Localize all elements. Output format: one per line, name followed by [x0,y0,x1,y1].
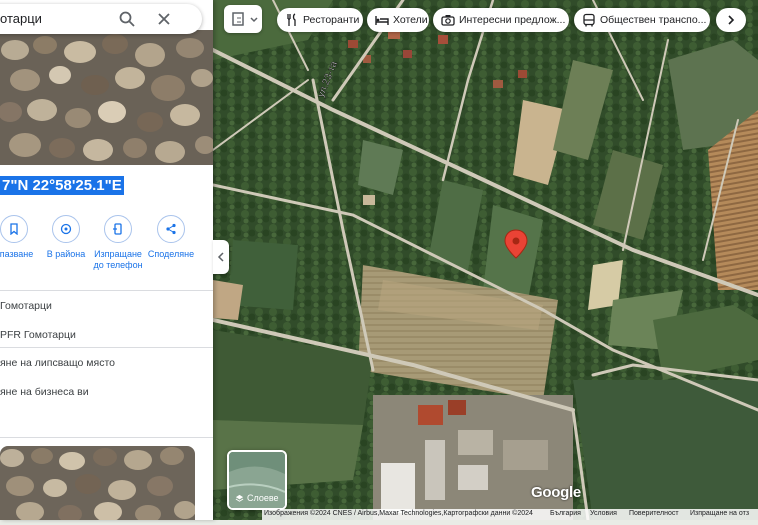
map-mode-button[interactable] [224,5,262,33]
bed-icon [375,16,389,25]
fork-knife-icon [287,13,296,26]
satellite-map[interactable]: ул.23-та [211,0,758,522]
bus-icon [583,13,595,27]
share-icon [166,223,176,235]
info-row-add-missing-place[interactable]: яне на липсващо място [0,357,115,369]
divider [0,290,213,291]
layers-label: Слоеве [247,493,279,503]
coordinates-text[interactable]: 7"N 22°58'25.1"E [0,176,124,195]
search-box[interactable]: отарци [0,4,202,34]
chip-hotels-label: Хотели [393,14,428,26]
info-row-add-business[interactable]: яне на бизнеса ви [0,386,89,398]
layers-icon [235,494,244,502]
chip-things-to-do-label: Интересни предлож... [459,14,566,26]
satellite-imagery: ул.23-та [211,0,758,522]
search-icon[interactable] [118,10,136,28]
place-panel: 7"N 22°58'25.1"E апазване В района Изпра… [0,0,213,520]
chip-restaurants-label: Ресторанти [303,14,360,26]
layers-button[interactable]: Слоеве [227,450,287,510]
nearby-button[interactable]: В района [40,215,92,260]
send-to-phone-button[interactable]: Изпращане до телефон [92,215,144,271]
info-row-address[interactable]: Гомотарци [0,300,52,312]
pebbles-photo [0,30,213,165]
chip-transit-label: Обществен транспо... [600,14,707,26]
bookmark-icon [10,223,18,235]
chevron-right-icon [728,15,735,25]
chip-restaurants[interactable]: Ресторанти [277,8,363,32]
imagery-credit: Изображения ©2024 CNES / Airbus,Maxar Te… [264,510,533,517]
search-input[interactable]: отарци [0,11,42,26]
place-photo-secondary[interactable] [0,446,195,520]
chip-hotels[interactable]: Хотели [367,8,429,32]
close-icon[interactable] [155,10,173,28]
chevron-left-icon [217,252,224,262]
save-button[interactable]: апазване [0,215,40,260]
directions-icon [232,12,258,26]
feedback-link[interactable]: Изпращане на отз [690,510,749,517]
nearby-icon [60,223,72,235]
chips-next-button[interactable] [716,8,746,32]
save-label: апазване [0,249,34,259]
divider [0,437,213,438]
info-row-plus-code[interactable]: PFR Гомотарци [0,329,76,341]
divider [0,347,213,348]
google-logo: Google [531,484,581,501]
chip-transit[interactable]: Обществен транспо... [574,8,710,32]
coordinates-selected: 7"N 22°58'25.1"E [0,176,124,195]
pebbles-photo-secondary [0,446,195,520]
terms-link[interactable]: Условия [590,510,617,517]
privacy-link[interactable]: Поверителност [629,510,679,517]
map-footer: Изображения ©2024 CNES / Airbus,Maxar Te… [262,509,758,520]
share-label: Споделяне [147,249,195,259]
send-to-phone-label: Изпращане до телефон [93,249,143,270]
place-actions: апазване В района Изпращане до телефон С… [0,215,213,285]
share-button[interactable]: Споделяне [145,215,197,260]
place-photo[interactable] [0,30,213,165]
collapse-panel-button[interactable] [213,240,229,274]
camera-icon [441,15,455,26]
chip-things-to-do[interactable]: Интересни предлож... [433,8,569,32]
phone-icon [113,223,122,235]
nearby-label: В района [46,249,86,259]
country-link[interactable]: България [550,510,581,517]
